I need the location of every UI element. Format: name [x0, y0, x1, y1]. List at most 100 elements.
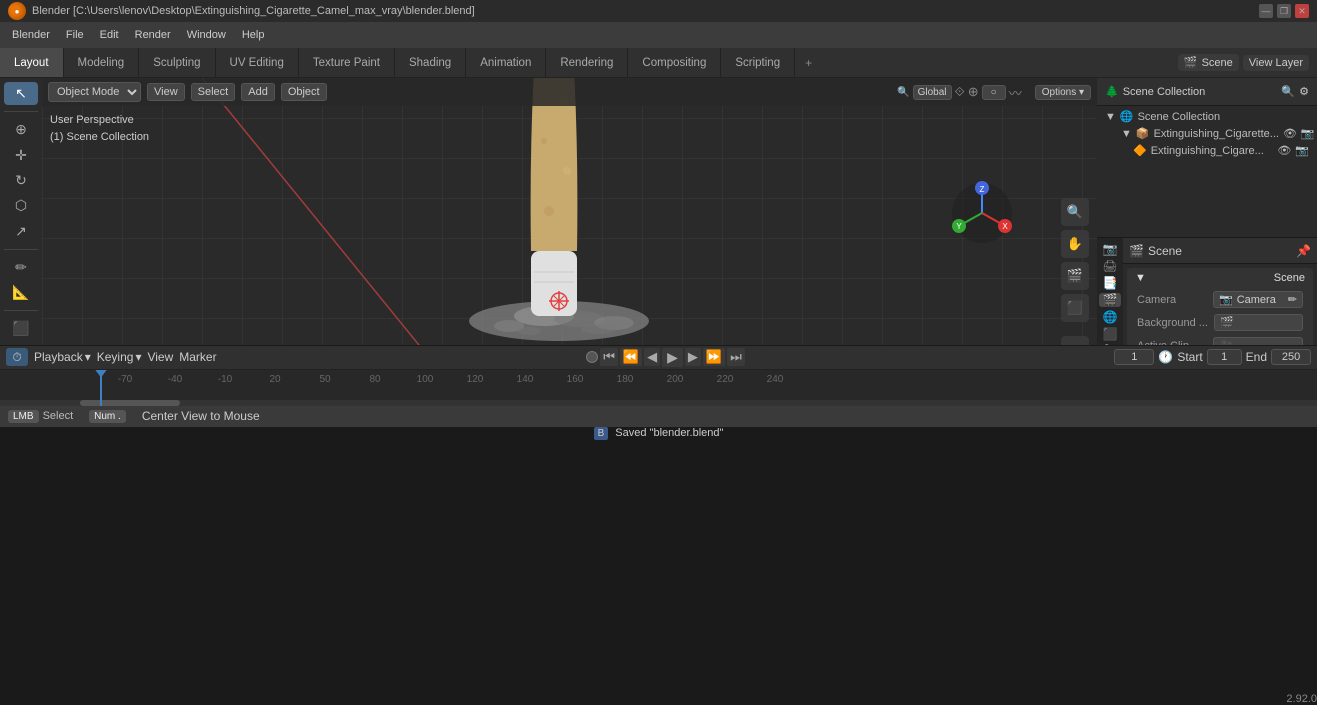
current-frame-input[interactable]	[1114, 349, 1154, 365]
outliner-search-icon[interactable]: 🔍	[1281, 85, 1295, 98]
visibility-icon-1[interactable]: 👁	[1283, 127, 1297, 140]
object-menu[interactable]: Object	[281, 83, 327, 101]
perspective-button[interactable]: ⬛	[1061, 294, 1089, 322]
select-menu[interactable]: Select	[191, 83, 236, 101]
maximize-button[interactable]: ❐	[1277, 4, 1291, 18]
prev-frame-button[interactable]: ◀	[644, 348, 660, 366]
background-value[interactable]: 🎬	[1214, 314, 1303, 331]
camera-edit-icon[interactable]: ✏	[1288, 293, 1297, 306]
end-frame-input[interactable]	[1271, 349, 1311, 365]
tool-measure[interactable]: 📐	[4, 281, 38, 304]
tab-modeling[interactable]: Modeling	[64, 48, 140, 77]
playback-controls: ⏮ ⏪ ◀ ▶ ▶ ⏩ ⏭	[586, 348, 745, 367]
tab-uv-editing[interactable]: UV Editing	[216, 48, 299, 77]
tab-sculpting[interactable]: Sculpting	[139, 48, 215, 77]
prop-icon-view-layer[interactable]: 📑	[1099, 276, 1121, 290]
prop-icon-output[interactable]: 🖨	[1099, 259, 1121, 273]
tab-scripting[interactable]: Scripting	[721, 48, 795, 77]
close-button[interactable]: ✕	[1295, 4, 1309, 18]
timeline-scrollbar[interactable]	[0, 400, 1317, 406]
tool-cursor[interactable]: ⊕	[4, 118, 38, 141]
collection-label-2: Extinguishing_Cigare...	[1151, 145, 1264, 157]
tab-compositing[interactable]: Compositing	[628, 48, 721, 77]
add-menu[interactable]: Add	[241, 83, 275, 101]
jump-start-button[interactable]: ⏮	[600, 348, 618, 366]
timeline-body[interactable]: -70 -40 -10 20 50 80 100 120 140 160 180…	[0, 370, 1317, 406]
pan-button[interactable]: ✋	[1061, 230, 1089, 258]
tab-layout[interactable]: Layout	[0, 48, 64, 77]
view-menu[interactable]: View	[147, 83, 185, 101]
outliner-item-2[interactable]: 🔶 Extinguishing_Cigare... 👁 📷	[1129, 142, 1313, 159]
viewport[interactable]: Object Mode View Select Add Object 🔍 Glo…	[42, 78, 1097, 345]
props-pin-icon[interactable]: 📌	[1296, 244, 1311, 258]
prop-icon-scene[interactable]: 🎬	[1099, 293, 1121, 307]
scene-props-area: 🌲 Scene Collection 🔍 ⚙ ▼ 🌐 Scene Collect…	[1097, 78, 1317, 345]
jump-end-button[interactable]: ⏭	[727, 348, 745, 366]
menu-render[interactable]: Render	[127, 27, 179, 43]
outliner-filter-icon[interactable]: ⚙	[1299, 85, 1309, 98]
tab-add-button[interactable]: +	[795, 52, 822, 74]
tool-select[interactable]: ↖	[4, 82, 38, 105]
menu-help[interactable]: Help	[234, 27, 273, 43]
marker-menu[interactable]: Marker	[179, 350, 216, 364]
tab-rendering[interactable]: Rendering	[546, 48, 628, 77]
scene-selector[interactable]: 🎬 Scene	[1178, 54, 1239, 71]
menu-file[interactable]: File	[58, 27, 92, 43]
tool-add[interactable]: ⬛	[4, 317, 38, 340]
prop-icon-object[interactable]: ⬛	[1099, 327, 1121, 341]
tool-rotate[interactable]: ↻	[4, 169, 38, 192]
timeline-num-200: 200	[650, 374, 700, 385]
tool-annotate[interactable]: ✏	[4, 256, 38, 279]
prop-icon-render[interactable]: 📷	[1099, 242, 1121, 256]
local-view-button[interactable]: ⊞	[1061, 336, 1089, 345]
tab-shading[interactable]: Shading	[395, 48, 466, 77]
timeline-num-n70: -70	[100, 374, 150, 385]
play-button[interactable]: ▶	[662, 348, 683, 367]
orbit-button[interactable]: 🎬	[1061, 262, 1089, 290]
start-frame-input[interactable]	[1207, 349, 1242, 365]
svg-text:Z: Z	[980, 185, 985, 194]
camera-row: Camera 📷 Camera ✏	[1127, 288, 1313, 311]
numpad-dot-key: Num .	[89, 410, 126, 423]
render-icon-2[interactable]: 📷	[1295, 144, 1309, 157]
next-frame-button[interactable]: ▶	[685, 348, 701, 366]
title-bar: ● Blender [C:\Users\lenov\Desktop\Exting…	[0, 0, 1317, 22]
tool-scale[interactable]: ⬡	[4, 194, 38, 217]
outliner-header-icon: 🌲	[1105, 85, 1119, 98]
select-status: LMB Select	[8, 410, 73, 423]
prev-keyframe-button[interactable]: ⏪	[620, 348, 642, 366]
render-icon-1[interactable]: 📷	[1301, 127, 1315, 140]
menu-edit[interactable]: Edit	[92, 27, 127, 43]
zoom-to-fit-button[interactable]: 🔍	[1061, 198, 1089, 226]
svg-text:Y: Y	[956, 222, 962, 231]
menu-window[interactable]: Window	[179, 27, 234, 43]
keying-menu[interactable]: Keying ▾	[97, 350, 142, 364]
keyframe-dot[interactable]	[586, 351, 598, 363]
tool-separator-3	[4, 310, 38, 311]
playback-menu[interactable]: Playback ▾	[34, 350, 91, 364]
menu-blender[interactable]: Blender	[4, 27, 58, 43]
viewlayer-selector[interactable]: View Layer	[1243, 55, 1309, 71]
scene-collection-label: Scene Collection	[1138, 111, 1221, 123]
outliner-expand-icon: ▼	[1105, 111, 1116, 123]
view-menu-timeline[interactable]: View	[147, 350, 173, 364]
timeline-scroll-thumb[interactable]	[80, 400, 180, 406]
prop-icon-world[interactable]: 🌐	[1099, 310, 1121, 324]
timeline-icon[interactable]: ⏱	[6, 348, 28, 366]
tool-move[interactable]: ✛	[4, 144, 38, 167]
minimize-button[interactable]: —	[1259, 4, 1273, 18]
timeline-num-n40: -40	[150, 374, 200, 385]
camera-value[interactable]: 📷 Camera ✏	[1213, 291, 1303, 308]
tab-texture-paint[interactable]: Texture Paint	[299, 48, 395, 77]
visibility-icon-2[interactable]: 👁	[1277, 144, 1291, 157]
outliner-item-scene-collection[interactable]: ▼ 🌐 Scene Collection	[1101, 108, 1313, 125]
next-keyframe-button[interactable]: ⏩	[703, 348, 725, 366]
outliner-item-1[interactable]: ▼ 📦 Extinguishing_Cigarette... 👁 📷	[1117, 125, 1313, 142]
active-clip-value[interactable]: 🎥	[1213, 337, 1303, 345]
tab-animation[interactable]: Animation	[466, 48, 546, 77]
axis-gizmo[interactable]: Z X Y	[947, 178, 1017, 248]
tool-transform[interactable]: ↗	[4, 220, 38, 243]
scene-sub-expand-icon: ▼	[1135, 272, 1146, 284]
scene-sub-header[interactable]: ▼ Scene	[1127, 268, 1313, 288]
object-mode-select[interactable]: Object Mode	[48, 82, 141, 102]
